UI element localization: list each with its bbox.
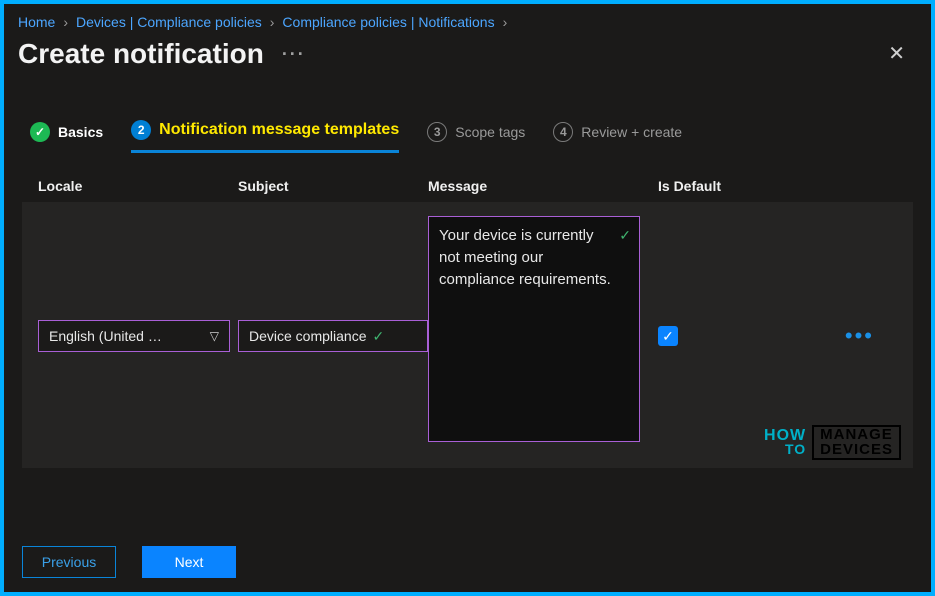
step-label: Notification message templates xyxy=(159,121,399,139)
col-header-subject: Subject xyxy=(238,178,428,194)
step-label: Basics xyxy=(58,124,103,140)
table-row: English (United … ▽ Device compliance ✓ … xyxy=(22,202,913,468)
is-default-checkbox[interactable]: ✓ xyxy=(658,326,678,346)
page-title-text: Create notification xyxy=(18,38,264,70)
breadcrumb-item-devices[interactable]: Devices | Compliance policies xyxy=(76,14,262,30)
more-actions-button[interactable]: ··· xyxy=(282,44,306,65)
wizard-footer: Previous Next xyxy=(22,546,236,578)
table-header: Locale Subject Message Is Default xyxy=(22,170,913,202)
breadcrumb-item-notifications[interactable]: Compliance policies | Notifications xyxy=(282,14,494,30)
valid-check-icon: ✓ xyxy=(619,225,631,245)
col-header-isdefault: Is Default xyxy=(658,178,818,194)
step-review-create[interactable]: 4 Review + create xyxy=(553,122,682,152)
chevron-right-icon: › xyxy=(57,14,74,30)
step-number-badge: 3 xyxy=(427,122,447,142)
wizard-steps: ✓ Basics 2 Notification message template… xyxy=(4,70,931,152)
watermark-line1: MANAGE xyxy=(820,427,893,443)
step-scope-tags[interactable]: 3 Scope tags xyxy=(427,122,525,152)
watermark-how: HOW xyxy=(764,427,806,444)
subject-value: Device compliance xyxy=(249,328,367,344)
col-header-locale: Locale xyxy=(38,178,238,194)
step-label: Scope tags xyxy=(455,124,525,140)
step-basics[interactable]: ✓ Basics xyxy=(30,122,103,152)
previous-button[interactable]: Previous xyxy=(22,546,116,578)
row-more-actions[interactable]: ••• xyxy=(818,323,878,349)
valid-check-icon: ✓ xyxy=(373,328,385,345)
chevron-down-icon: ▽ xyxy=(210,329,219,343)
page-title: Create notification ··· xyxy=(18,38,306,70)
locale-value: English (United … xyxy=(49,328,162,344)
watermark-to: TO xyxy=(764,443,806,456)
step-number-badge: 4 xyxy=(553,122,573,142)
watermark-line2: DEVICES xyxy=(820,442,893,458)
message-textarea[interactable]: Your device is currently not meeting our… xyxy=(428,216,640,442)
subject-input[interactable]: Device compliance ✓ xyxy=(238,320,428,352)
step-label: Review + create xyxy=(581,124,682,140)
close-icon[interactable]: ✕ xyxy=(882,38,911,70)
breadcrumb-item-home[interactable]: Home xyxy=(18,14,55,30)
next-button[interactable]: Next xyxy=(142,546,236,578)
step-number-badge: 2 xyxy=(131,120,151,140)
check-icon: ✓ xyxy=(30,122,50,142)
col-header-message: Message xyxy=(428,178,658,194)
watermark: HOW TO MANAGE DEVICES xyxy=(764,425,901,461)
message-value: Your device is currently not meeting our… xyxy=(439,227,611,288)
chevron-right-icon: › xyxy=(264,14,281,30)
step-notification-templates[interactable]: 2 Notification message templates xyxy=(131,120,399,153)
chevron-right-icon: › xyxy=(497,14,514,30)
locale-select[interactable]: English (United … ▽ xyxy=(38,320,230,352)
breadcrumb: Home › Devices | Compliance policies › C… xyxy=(4,4,931,34)
